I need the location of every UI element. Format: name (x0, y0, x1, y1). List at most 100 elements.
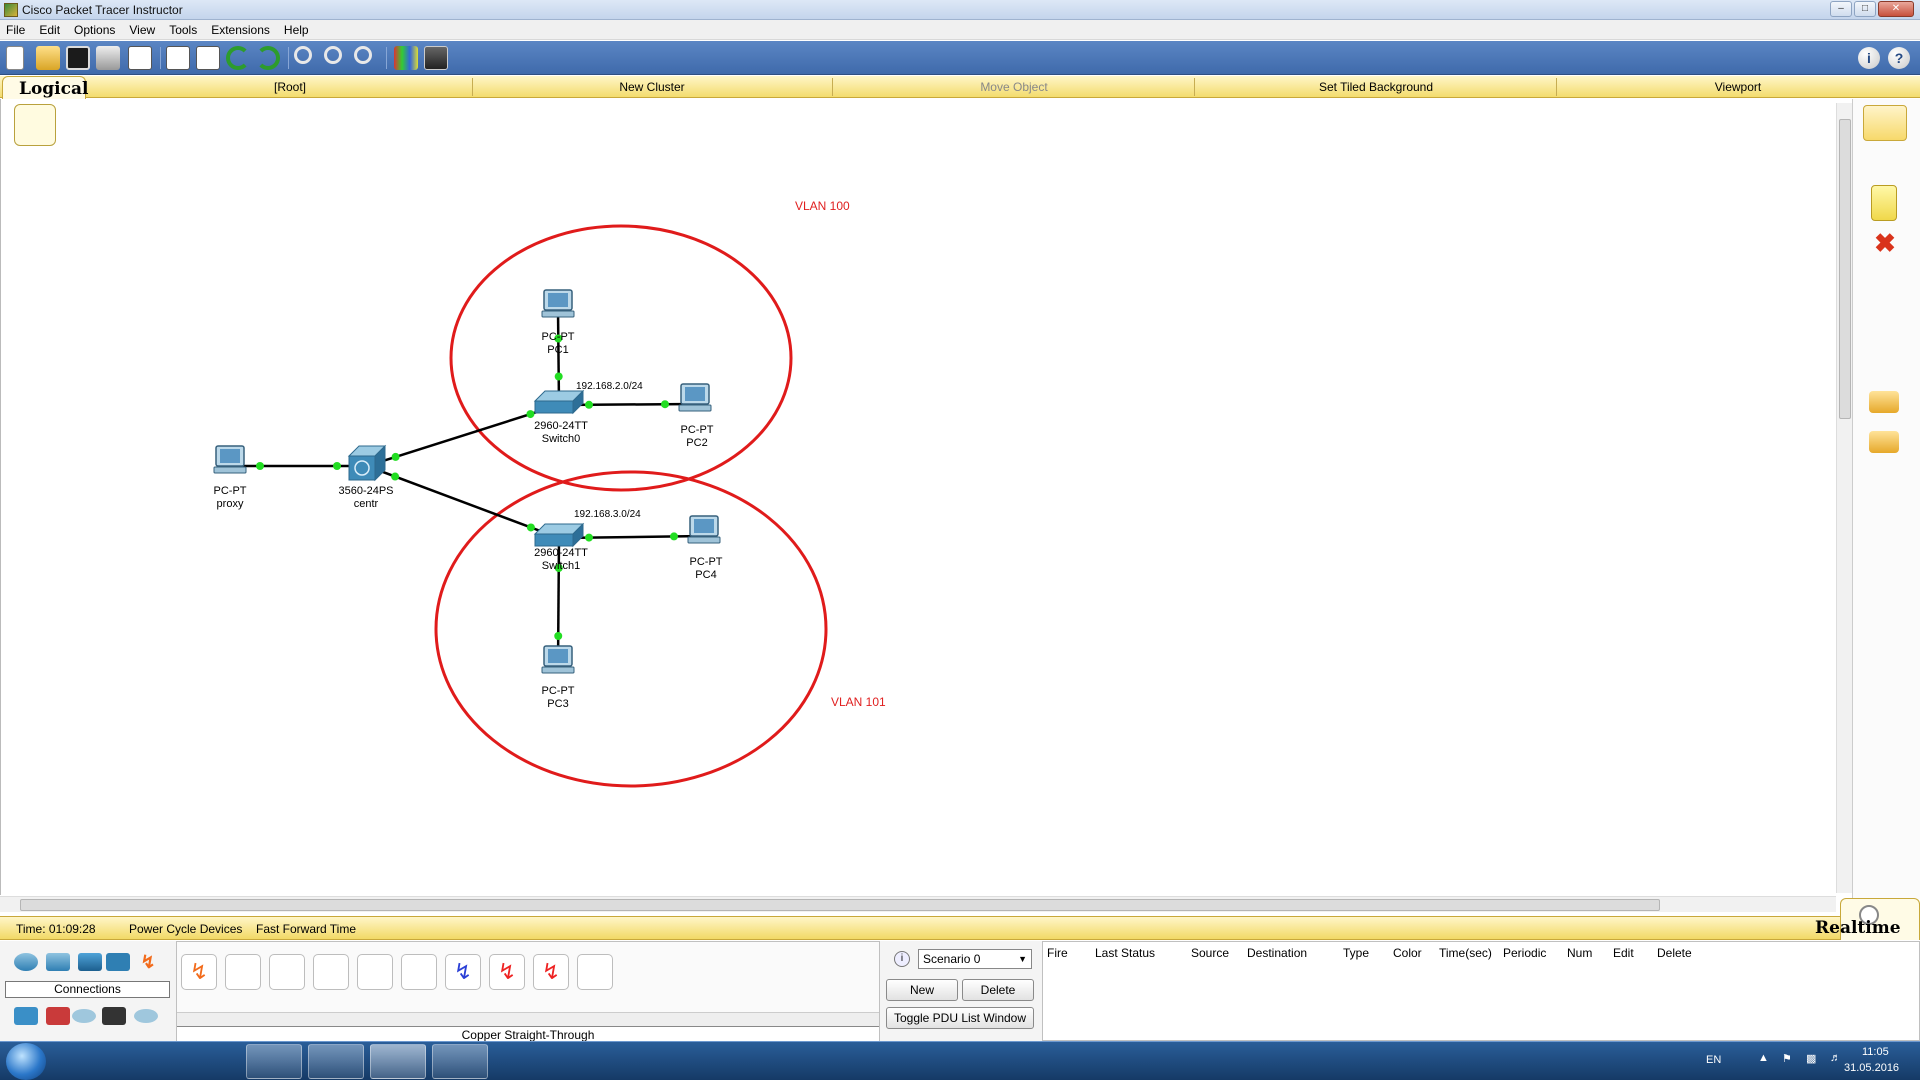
device-switch1[interactable] (533, 522, 585, 548)
console-cable-icon[interactable] (225, 954, 261, 990)
coaxial-cable-icon[interactable]: ↯ (445, 954, 481, 990)
end-devices-category-icon[interactable] (14, 1007, 38, 1025)
device-pc1[interactable] (541, 289, 575, 318)
activity-wizard-icon[interactable] (128, 46, 152, 70)
device-proxy[interactable] (213, 445, 247, 474)
paste-icon[interactable] (196, 46, 220, 70)
power-cycle-devices-button[interactable]: Power Cycle Devices (129, 922, 242, 936)
device-switch0[interactable] (533, 389, 585, 415)
volume-muted-icon[interactable]: ♬ (1830, 1052, 1841, 1064)
horizontal-scroll-thumb[interactable] (20, 899, 1660, 911)
start-button[interactable] (6, 1043, 46, 1080)
language-indicator[interactable]: EN (1706, 1054, 1721, 1066)
scenario-info-icon[interactable]: i (894, 951, 910, 967)
menu-edit[interactable]: Edit (39, 23, 60, 37)
root-button[interactable]: [Root] (110, 80, 470, 94)
fiber-cable-icon[interactable] (357, 954, 393, 990)
wireless-category-icon[interactable] (106, 953, 130, 971)
vertical-scroll-thumb[interactable] (1839, 119, 1851, 419)
set-tiled-background-button[interactable]: Set Tiled Background (1196, 80, 1556, 94)
device-centr[interactable] (347, 444, 387, 482)
connections-category-icon[interactable]: ↯ (136, 953, 160, 971)
hand-tool-icon[interactable] (1863, 145, 1907, 181)
select-tool-icon[interactable] (1863, 105, 1907, 141)
minimize-button[interactable]: – (1830, 1, 1852, 17)
switches-category-icon[interactable] (46, 953, 70, 971)
info-icon[interactable]: i (1858, 47, 1880, 69)
open-folder-icon[interactable] (36, 46, 60, 70)
delete-scenario-button[interactable]: Delete (962, 979, 1034, 1001)
resize-shape-tool-icon[interactable] (1863, 345, 1907, 381)
copper-straight-through-icon[interactable] (269, 954, 305, 990)
delete-tool-icon[interactable]: ✖ (1863, 225, 1907, 261)
realtime-mode-label[interactable]: Realtime (1815, 918, 1901, 938)
zoom-reset-icon[interactable] (324, 46, 342, 64)
menu-options[interactable]: Options (74, 23, 115, 37)
help-icon[interactable]: ? (1888, 47, 1910, 69)
vertical-scrollbar[interactable] (1836, 103, 1852, 893)
wan-emulation-category-icon[interactable] (72, 1009, 96, 1023)
internet-explorer-icon[interactable] (60, 1044, 116, 1079)
new-cluster-button[interactable]: New Cluster (472, 80, 832, 94)
serial-dce-icon[interactable]: ↯ (489, 954, 525, 990)
serial-dte-icon[interactable]: ↯ (533, 954, 569, 990)
clock-date[interactable]: 31.05.2016 (1844, 1062, 1899, 1074)
automatic-cable-icon[interactable]: ↯ (181, 954, 217, 990)
horizontal-scrollbar[interactable] (0, 896, 1836, 912)
inspect-tool-icon[interactable] (1863, 265, 1907, 301)
annotation-vlan100[interactable]: VLAN 100 (795, 199, 850, 213)
media-player-icon[interactable] (184, 1044, 240, 1079)
new-scenario-button[interactable]: New (886, 979, 958, 1001)
custom-device-icon[interactable] (424, 46, 448, 70)
tray-arrow-icon[interactable]: ▲ (1758, 1052, 1769, 1064)
routers-category-icon[interactable] (14, 953, 38, 971)
menu-file[interactable]: File (6, 23, 25, 37)
fast-forward-time-button[interactable]: Fast Forward Time (256, 922, 356, 936)
copy-icon[interactable] (166, 46, 190, 70)
device-pc4[interactable] (687, 515, 721, 544)
redo-icon[interactable] (256, 46, 280, 70)
move-object-button[interactable]: Move Object (834, 80, 1194, 94)
phone-cable-icon[interactable] (401, 954, 437, 990)
copper-cross-over-icon[interactable] (313, 954, 349, 990)
zoom-in-icon[interactable] (294, 46, 312, 64)
undo-icon[interactable] (226, 46, 250, 70)
word-icon[interactable] (308, 1044, 364, 1079)
toggle-pdu-list-button[interactable]: Toggle PDU List Window (886, 1007, 1034, 1029)
picture-viewer-icon[interactable] (432, 1044, 488, 1079)
root-cluster-icon[interactable] (14, 104, 56, 146)
viewport-button[interactable]: Viewport (1558, 80, 1918, 94)
note-tool-icon[interactable] (1871, 185, 1897, 221)
octal-cable-icon[interactable] (577, 954, 613, 990)
menu-extensions[interactable]: Extensions (211, 23, 270, 37)
annotation-net0[interactable]: 192.168.2.0/24 (576, 381, 643, 392)
multiuser-category-icon[interactable] (134, 1009, 158, 1023)
action-center-icon[interactable]: ⚑ (1782, 1052, 1792, 1065)
packet-tracer-task-icon[interactable] (370, 1044, 426, 1079)
file-explorer-icon[interactable] (122, 1044, 178, 1079)
print-icon[interactable] (96, 46, 120, 70)
device-pc2[interactable] (678, 383, 712, 412)
logical-workspace-canvas[interactable]: PC-PT PC1 PC-PT PC2 PC-PT proxy 3560-24PS centr… (0, 99, 1836, 895)
menu-tools[interactable]: Tools (169, 23, 197, 37)
hubs-category-icon[interactable] (78, 953, 102, 971)
vlan100-ellipse[interactable] (449, 224, 793, 492)
close-button[interactable]: ✕ (1878, 1, 1914, 17)
network-icon[interactable]: ▩ (1806, 1052, 1816, 1065)
clock-time[interactable]: 11:05 (1862, 1046, 1889, 1058)
annotation-vlan101[interactable]: VLAN 101 (831, 695, 886, 709)
custom-devices-category-icon[interactable] (102, 1007, 126, 1025)
complex-pdu-icon[interactable] (1869, 431, 1899, 453)
new-file-icon[interactable] (6, 46, 24, 70)
palette-icon[interactable] (394, 46, 418, 70)
zoom-out-icon[interactable] (354, 46, 372, 64)
outlook-icon[interactable] (246, 1044, 302, 1079)
maximize-button[interactable]: □ (1854, 1, 1876, 17)
save-icon[interactable] (66, 46, 90, 70)
connections-scrollbar[interactable] (177, 1012, 879, 1026)
annotation-net1[interactable]: 192.168.3.0/24 (574, 509, 641, 520)
scenario-select[interactable]: Scenario 0 ▼ (918, 949, 1032, 969)
draw-shape-tool-icon[interactable] (1863, 305, 1907, 341)
device-pc3[interactable] (541, 645, 575, 674)
menu-view[interactable]: View (129, 23, 155, 37)
